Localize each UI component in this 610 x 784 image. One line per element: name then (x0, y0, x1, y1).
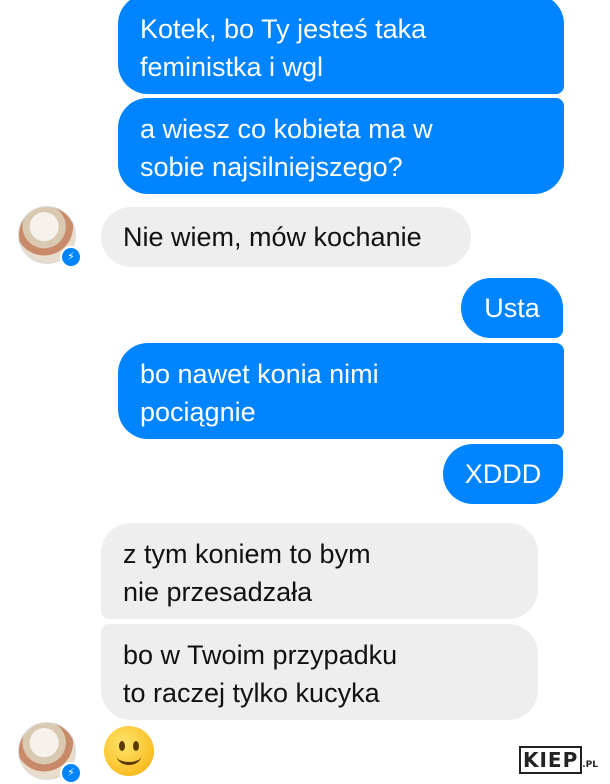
emoji-mouth (117, 748, 141, 765)
message-bubble-outgoing[interactable]: bo nawet konia nimi pociągnie (118, 343, 564, 439)
messenger-icon: ⚡ (60, 762, 82, 784)
message-bubble-incoming[interactable]: bo w Twoim przypadku to raczej tylko kuc… (101, 624, 538, 720)
message-bubble-incoming[interactable]: z tym koniem to bym nie przesadzała (101, 523, 538, 619)
message-bubble-incoming[interactable]: Nie wiem, mów kochanie (101, 207, 471, 267)
messenger-icon: ⚡ (60, 246, 82, 268)
site-watermark: KIEP .PL (516, 746, 600, 774)
message-bubble-outgoing[interactable]: Usta (461, 278, 563, 338)
slightly-smiling-face-emoji-icon[interactable] (104, 726, 154, 776)
message-bubble-outgoing[interactable]: Kotek, bo Ty jesteś taka feministka i wg… (118, 0, 564, 94)
message-bubble-outgoing[interactable]: a wiesz co kobieta ma w sobie najsilniej… (118, 98, 564, 194)
message-bubble-outgoing[interactable]: XDDD (443, 444, 563, 504)
